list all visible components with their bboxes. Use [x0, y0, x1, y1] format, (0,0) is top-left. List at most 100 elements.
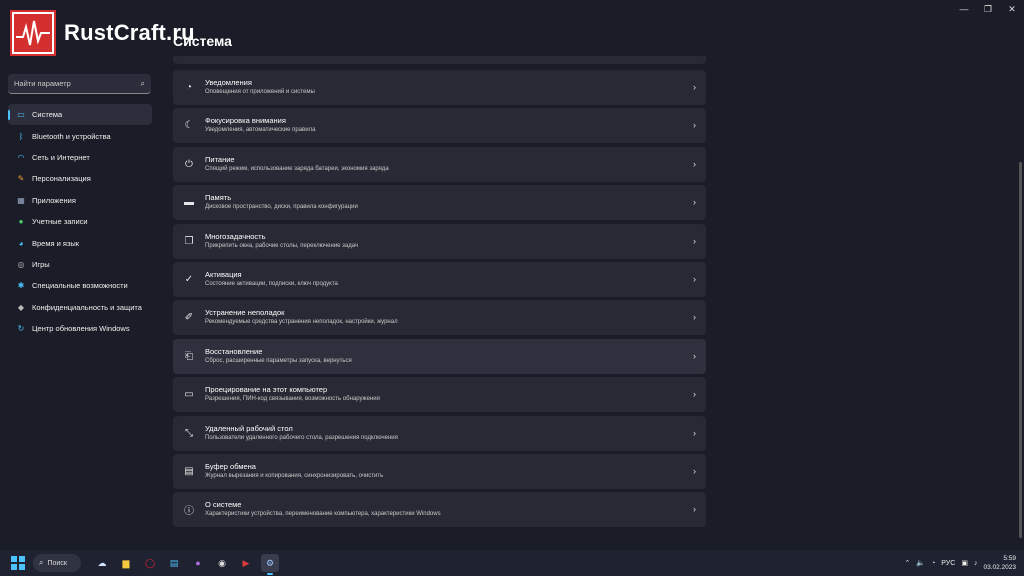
settings-card[interactable]: ⓘ О системе Характеристики устройства, пер…: [173, 492, 706, 528]
video-app-icon[interactable]: ▶: [237, 554, 255, 572]
settings-card[interactable]: ✐ Устранение неполадок Рекомендуемые средс…: [173, 300, 706, 336]
system-tray: ⌃ 🔈 ◔ РУС ▣ ♪ 5:59 03.02.2023: [904, 550, 1016, 576]
sidebar-item[interactable]: ✱ Специальные возможности: [8, 275, 152, 296]
sidebar-item-label: Персонализация: [32, 174, 91, 184]
sidebar-item-label: Конфиденциальность и защита: [32, 302, 142, 312]
info-icon: ⓘ: [184, 506, 194, 518]
settings-card-subtitle: Сброс, расширенные параметры запуска, ве…: [205, 357, 352, 364]
settings-list: ◔ Уведомления Оповещения от приложений и с…: [173, 56, 706, 531]
sidebar-item[interactable]: ▦ Приложения: [8, 190, 152, 211]
sidebar-item-label: Время и язык: [32, 238, 80, 248]
explorer-icon[interactable]: ▆: [117, 554, 135, 572]
settings-card-subtitle: Разрешения, ПИН-код связывания, возможно…: [205, 396, 380, 403]
maximize-button[interactable]: ❐: [976, 0, 1000, 18]
apps-icon: ▦: [17, 195, 25, 205]
search-input[interactable]: Найти параметр ⌕: [8, 74, 151, 94]
shield-icon: ◆: [17, 302, 25, 312]
watermark-logo: RustCraft.ru: [10, 10, 195, 56]
settings-card-text: Удаленный рабочий стол Пользователи удале…: [205, 424, 706, 443]
check-circle-icon: ✓: [184, 273, 194, 285]
settings-card-text: Активация Состояние активации, подписки, …: [205, 270, 706, 289]
moon-icon: ☾: [184, 120, 194, 132]
recovery-icon: ⎗: [185, 350, 193, 362]
volume-icon[interactable]: 🔈: [916, 559, 925, 567]
settings-card-title: Уведомления: [205, 78, 252, 87]
opera-icon[interactable]: ◯: [141, 554, 159, 572]
start-button[interactable]: [11, 556, 25, 570]
settings-card[interactable]: ❐ Многозадачность Прикрепить окна, рабочие…: [173, 223, 706, 259]
settings-card-title: Фокусировка внимания: [205, 116, 286, 126]
settings-card-subtitle: Характеристики устройства, переименовани…: [205, 511, 441, 518]
language-indicator[interactable]: РУС: [941, 560, 955, 567]
app-purple-icon[interactable]: ●: [189, 554, 207, 572]
network-icon[interactable]: ◔: [931, 560, 935, 567]
sidebar-item[interactable]: ◕ Время и язык: [8, 232, 152, 253]
settings-card-text: О системе Характеристики устройства, пере…: [205, 500, 706, 519]
settings-card[interactable]: ☾ Фокусировка внимания Уведомления, автома…: [173, 108, 706, 144]
settings-card-text: Восстановление Сброс, расширенные парамет…: [205, 347, 706, 366]
settings-card-title: Память: [205, 193, 232, 203]
clipboard-icon: ▤: [184, 465, 194, 477]
settings-card-text: Память Дисковое пространство, диски, прав…: [205, 193, 706, 212]
settings-card-title: Активация: [205, 269, 242, 279]
chevron-right-icon: ›: [693, 350, 696, 361]
settings-card[interactable]: ▭ Проецирование на этот компьютер Разрешен…: [173, 377, 706, 413]
steam-icon[interactable]: ◉: [213, 554, 231, 572]
sidebar-item[interactable]: ◆ Конфиденциальность и защита: [8, 297, 152, 318]
projection-icon: ▭: [184, 389, 194, 401]
chevron-up-icon[interactable]: ⌃: [904, 559, 910, 567]
settings-app-icon[interactable]: ⚙: [261, 554, 279, 575]
taskbar: ⌕ Поиск ☁ ▆ ◯ ▤ ● ◉ ▶ ⚙ ⌃ 🔈 ◔ РУС ▣ ♪ 5:…: [0, 550, 1024, 576]
settings-card[interactable]: ⤡ Удаленный рабочий стол Пользователи удал…: [173, 415, 706, 451]
sidebar-item[interactable]: ✎ Персонализация: [8, 168, 152, 189]
partial-card-sound[interactable]: [173, 56, 706, 64]
person-icon: ●: [18, 217, 24, 227]
wrench-icon: ✐: [184, 312, 194, 324]
sidebar-item[interactable]: ● Учетные записи: [8, 211, 152, 232]
settings-card-text: Питание Спящий режим, использование заряд…: [205, 155, 706, 174]
settings-card-title: Удаленный рабочий стол: [205, 423, 293, 433]
update-icon: ↻: [17, 324, 25, 334]
settings-card[interactable]: ⏻ Питание Спящий режим, использование заря…: [173, 146, 706, 182]
settings-card-text: Проецирование на этот компьютер Разрешени…: [205, 385, 706, 404]
settings-card-subtitle: Дисковое пространство, диски, правила ко…: [205, 204, 358, 211]
sidebar-item[interactable]: ◎ Игры: [8, 254, 152, 275]
weather-icon[interactable]: ☁: [93, 554, 111, 572]
chevron-right-icon: ›: [693, 197, 696, 208]
brush-icon: ✎: [17, 174, 25, 184]
settings-card[interactable]: ◔ Уведомления Оповещения от приложений и с…: [173, 70, 706, 105]
settings-card-title: Проецирование на этот компьютер: [205, 385, 328, 395]
settings-card-title: Устранение неполадок: [205, 308, 285, 318]
chevron-right-icon: ›: [693, 273, 696, 284]
close-button[interactable]: ✕: [1000, 0, 1024, 18]
notepad-icon[interactable]: ▤: [165, 554, 183, 572]
clock[interactable]: 5:59 03.02.2023: [983, 554, 1016, 572]
scrollbar[interactable]: [1019, 162, 1022, 538]
settings-card-text: Фокусировка внимания Уведомления, автомат…: [205, 116, 706, 135]
sidebar-item[interactable]: ◠ Сеть и Интернет: [8, 147, 152, 168]
sidebar-item-label: Центр обновления Windows: [32, 324, 130, 334]
minimize-button[interactable]: —: [952, 0, 976, 18]
chevron-right-icon: ›: [693, 235, 696, 246]
monitor-icon: ▭: [17, 110, 25, 120]
settings-card[interactable]: ▤ Буфер обмена Журнал вырезания и копирова…: [173, 453, 706, 489]
sidebar-item[interactable]: ▭ Система: [8, 104, 152, 126]
sidebar-item-label: Игры: [32, 259, 50, 269]
settings-card[interactable]: ✓ Активация Состояние активации, подписки,…: [173, 261, 706, 297]
sidebar-item-label: Учетные записи: [32, 217, 88, 227]
chevron-right-icon: ›: [693, 312, 696, 323]
settings-card-title: Питание: [205, 154, 235, 164]
taskbar-search[interactable]: ⌕ Поиск: [33, 554, 81, 572]
settings-card-title: О системе: [205, 500, 242, 510]
settings-card[interactable]: ⎗ Восстановление Сброс, расширенные параме…: [173, 338, 706, 374]
sidebar-item[interactable]: ↻ Центр обновления Windows: [8, 318, 152, 339]
chat-icon[interactable]: ▣: [961, 559, 968, 567]
settings-card-subtitle: Состояние активации, подписки, ключ прод…: [205, 280, 338, 287]
settings-card-subtitle: Пользователи удаленного рабочего стола, …: [205, 434, 398, 441]
settings-card[interactable]: ▬ Память Дисковое пространство, диски, пра…: [173, 185, 706, 221]
sidebar-item[interactable]: ᛒ Bluetooth и устройства: [8, 125, 152, 146]
speaker-icon[interactable]: ♪: [974, 560, 978, 567]
search-placeholder: Найти параметр: [14, 79, 71, 88]
settings-card-subtitle: Уведомления, автоматические правила: [205, 127, 316, 134]
chevron-right-icon: ›: [693, 465, 696, 476]
